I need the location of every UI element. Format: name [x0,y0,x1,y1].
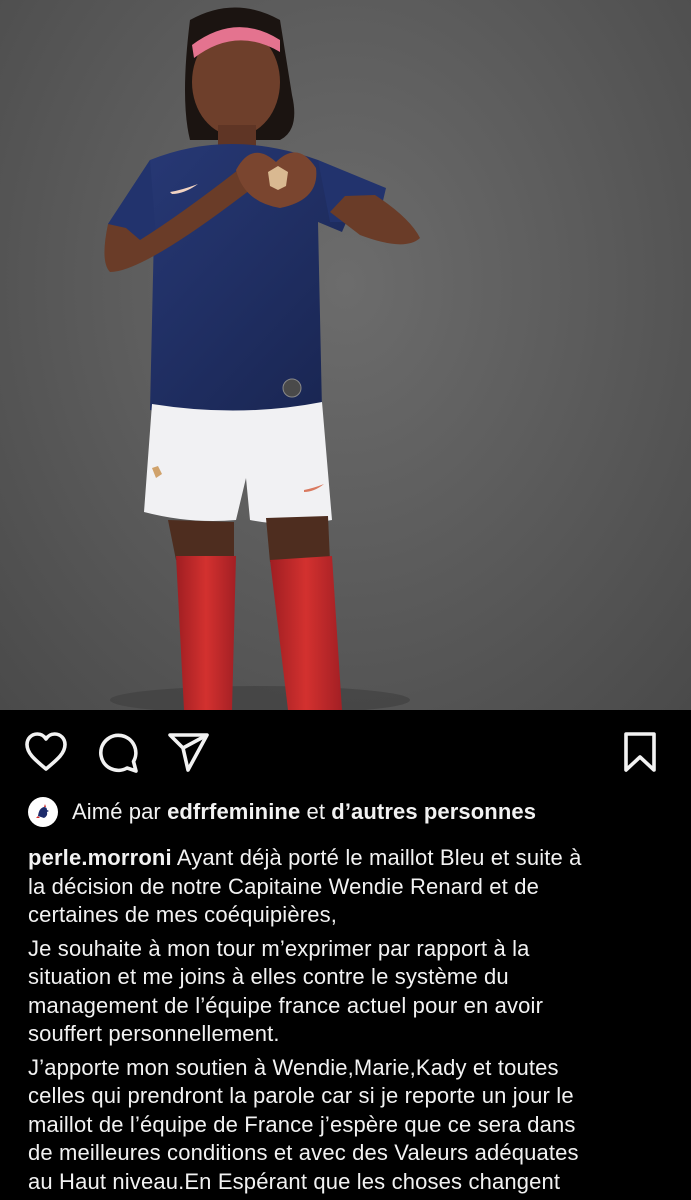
likes-summary[interactable]: Aimé par edfrfeminine et d’autres person… [28,796,536,828]
post-caption: perle.morroni Ayant déjà porté le maillo… [28,844,678,1200]
likes-text: Aimé par edfrfeminine et d’autres person… [72,796,536,828]
caption-username[interactable]: perle.morroni [28,845,172,870]
fff-rooster-logo-icon[interactable] [28,797,58,827]
comment-bubble-icon[interactable] [94,728,142,776]
likes-prefix: Aimé par [72,799,161,824]
caption-paragraph-1: perle.morroni Ayant déjà porté le maillo… [28,844,678,930]
paper-plane-icon[interactable] [164,728,212,776]
post-photo[interactable] [0,0,691,710]
bookmark-icon[interactable] [616,728,664,776]
heart-outline-icon[interactable] [22,728,70,776]
player-illustration [104,7,420,710]
post-action-bar [0,728,691,776]
caption-paragraph-2: Je souhaite à mon tour m’exprimer par ra… [28,935,544,1047]
caption-paragraph-3: J’apporte mon soutien à Wendie,Marie,Kad… [28,1054,579,1194]
likes-conjunction: et [306,799,326,824]
instagram-post: Aimé par edfrfeminine et d’autres person… [0,0,691,1200]
liker-username[interactable]: edfrfeminine [167,799,300,824]
likes-others[interactable]: d’autres personnes [331,799,536,824]
